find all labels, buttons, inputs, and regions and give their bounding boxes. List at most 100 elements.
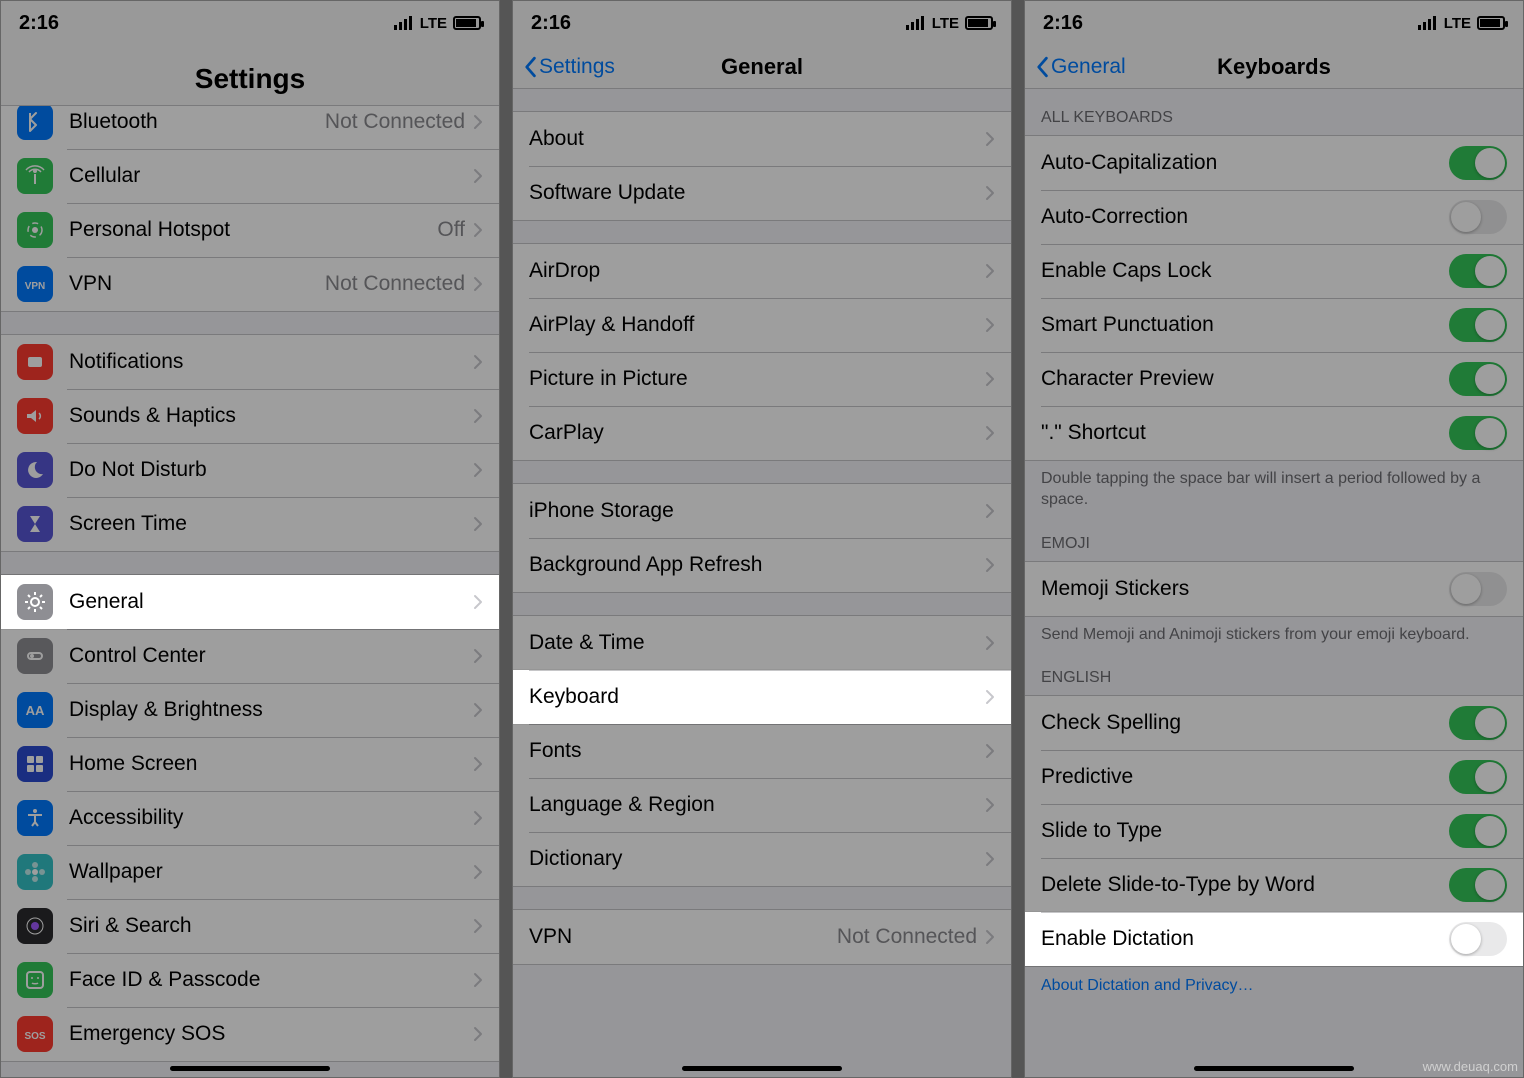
general-row-carplay[interactable]: CarPlay <box>513 406 1011 460</box>
settings-row-face-id-passcode[interactable]: Face ID & Passcode <box>1 953 499 1007</box>
settings-row-personal-hotspot[interactable]: Personal HotspotOff <box>1 203 499 257</box>
toggle-switch[interactable] <box>1449 760 1507 794</box>
row-label: Notifications <box>69 350 473 374</box>
screenshot-general: 2:16 LTE Settings General AboutSoftware … <box>512 0 1012 1078</box>
battery-icon <box>965 16 993 30</box>
row-label: Face ID & Passcode <box>69 968 473 992</box>
watermark: www.deuaq.com <box>1423 1059 1518 1074</box>
hotspot-icon <box>17 212 53 248</box>
settings-row-control-center[interactable]: Control Center <box>1 629 499 683</box>
battery-icon <box>1477 16 1505 30</box>
chevron-right-icon <box>985 797 995 813</box>
keyboard-row-predictive[interactable]: Predictive <box>1025 750 1523 804</box>
keyboard-row-smart-punctuation[interactable]: Smart Punctuation <box>1025 298 1523 352</box>
general-row-iphone-storage[interactable]: iPhone Storage <box>513 484 1011 538</box>
chevron-right-icon <box>985 317 995 333</box>
keyboard-row-check-spelling[interactable]: Check Spelling <box>1025 696 1523 750</box>
toggle-switch[interactable] <box>1449 362 1507 396</box>
signal-bars-icon <box>394 16 414 30</box>
keyboard-row-character-preview[interactable]: Character Preview <box>1025 352 1523 406</box>
row-detail: Not Connected <box>837 925 977 949</box>
status-bar: 2:16 LTE <box>1 1 499 45</box>
chevron-right-icon <box>985 185 995 201</box>
general-row-language-region[interactable]: Language & Region <box>513 778 1011 832</box>
row-label: Bluetooth <box>69 110 325 134</box>
toggle-switch[interactable] <box>1449 416 1507 450</box>
toggle-switch[interactable] <box>1449 814 1507 848</box>
settings-row-general[interactable]: General <box>1 575 499 629</box>
settings-row-display-brightness[interactable]: AADisplay & Brightness <box>1 683 499 737</box>
toggle-switch[interactable] <box>1449 868 1507 902</box>
dictation-privacy-link[interactable]: About Dictation and Privacy… <box>1025 967 1523 999</box>
general-row-fonts[interactable]: Fonts <box>513 724 1011 778</box>
row-label: Character Preview <box>1041 367 1449 391</box>
keyboard-row-delete-slide-to-type-by-word[interactable]: Delete Slide-to-Type by Word <box>1025 858 1523 912</box>
cell-icon <box>17 158 53 194</box>
settings-row-screen-time[interactable]: Screen Time <box>1 497 499 551</box>
row-label: Software Update <box>529 181 985 205</box>
screenshot-settings: 2:16 LTE Settings BluetoothNot Connected… <box>0 0 500 1078</box>
chevron-right-icon <box>473 462 483 478</box>
settings-row-do-not-disturb[interactable]: Do Not Disturb <box>1 443 499 497</box>
row-label: Background App Refresh <box>529 553 985 577</box>
chevron-left-icon <box>1035 56 1049 78</box>
general-row-keyboard[interactable]: Keyboard <box>513 670 1011 724</box>
signal-bars-icon <box>906 16 926 30</box>
general-row-dictionary[interactable]: Dictionary <box>513 832 1011 886</box>
row-label: CarPlay <box>529 421 985 445</box>
settings-row-siri-search[interactable]: Siri & Search <box>1 899 499 953</box>
settings-row-accessibility[interactable]: Accessibility <box>1 791 499 845</box>
settings-row-notifications[interactable]: Notifications <box>1 335 499 389</box>
chevron-right-icon <box>985 743 995 759</box>
keyboard-row-enable-caps-lock[interactable]: Enable Caps Lock <box>1025 244 1523 298</box>
general-row-vpn[interactable]: VPNNot Connected <box>513 910 1011 964</box>
row-label: Language & Region <box>529 793 985 817</box>
keyboards-scroll[interactable]: ALL KEYBOARDSAuto-CapitalizationAuto-Cor… <box>1025 89 1523 1077</box>
home-indicator[interactable] <box>170 1066 330 1071</box>
back-button[interactable]: General <box>1025 55 1126 79</box>
general-row-picture-in-picture[interactable]: Picture in Picture <box>513 352 1011 406</box>
general-row-airdrop[interactable]: AirDrop <box>513 244 1011 298</box>
settings-row-emergency-sos[interactable]: SOSEmergency SOS <box>1 1007 499 1061</box>
settings-row-vpn[interactable]: VPNVPNNot Connected <box>1 257 499 311</box>
settings-scroll[interactable]: BluetoothNot Connected Cellular Personal H… <box>1 106 499 1078</box>
general-row-date-time[interactable]: Date & Time <box>513 616 1011 670</box>
back-button[interactable]: Settings <box>513 55 615 79</box>
toggle-switch[interactable] <box>1449 254 1507 288</box>
home-indicator[interactable] <box>682 1066 842 1071</box>
keyboard-row-auto-capitalization[interactable]: Auto-Capitalization <box>1025 136 1523 190</box>
keyboard-row-enable-dictation[interactable]: Enable Dictation <box>1025 912 1523 966</box>
row-label: Fonts <box>529 739 985 763</box>
toggle-switch[interactable] <box>1449 200 1507 234</box>
settings-row-cellular[interactable]: Cellular <box>1 149 499 203</box>
settings-row-home-screen[interactable]: Home Screen <box>1 737 499 791</box>
general-row-airplay-handoff[interactable]: AirPlay & Handoff <box>513 298 1011 352</box>
toggle-switch[interactable] <box>1449 706 1507 740</box>
keyboard-row--shortcut[interactable]: "." Shortcut <box>1025 406 1523 460</box>
row-label: Memoji Stickers <box>1041 577 1449 601</box>
toggle-switch[interactable] <box>1449 572 1507 606</box>
general-row-background-app-refresh[interactable]: Background App Refresh <box>513 538 1011 592</box>
keyboard-row-memoji-stickers[interactable]: Memoji Stickers <box>1025 562 1523 616</box>
toggle-switch[interactable] <box>1449 922 1507 956</box>
toggle-switch[interactable] <box>1449 308 1507 342</box>
bell-icon <box>17 344 53 380</box>
keyboard-row-slide-to-type[interactable]: Slide to Type <box>1025 804 1523 858</box>
chevron-right-icon <box>985 557 995 573</box>
network-label: LTE <box>420 15 447 32</box>
general-row-software-update[interactable]: Software Update <box>513 166 1011 220</box>
row-label: Do Not Disturb <box>69 458 473 482</box>
row-label: Cellular <box>69 164 473 188</box>
settings-row-sounds-haptics[interactable]: Sounds & Haptics <box>1 389 499 443</box>
settings-row-wallpaper[interactable]: Wallpaper <box>1 845 499 899</box>
toggle-switch[interactable] <box>1449 146 1507 180</box>
home-indicator[interactable] <box>1194 1066 1354 1071</box>
general-scroll[interactable]: About Software Update AirDropAirPlay & Han… <box>513 89 1011 1077</box>
network-label: LTE <box>932 15 959 32</box>
chevron-right-icon <box>985 635 995 651</box>
general-row-about[interactable]: About <box>513 112 1011 166</box>
nav-bar: Settings General <box>513 45 1011 89</box>
settings-row-bluetooth[interactable]: BluetoothNot Connected <box>1 106 499 149</box>
keyboard-row-auto-correction[interactable]: Auto-Correction <box>1025 190 1523 244</box>
row-label: Delete Slide-to-Type by Word <box>1041 873 1449 897</box>
